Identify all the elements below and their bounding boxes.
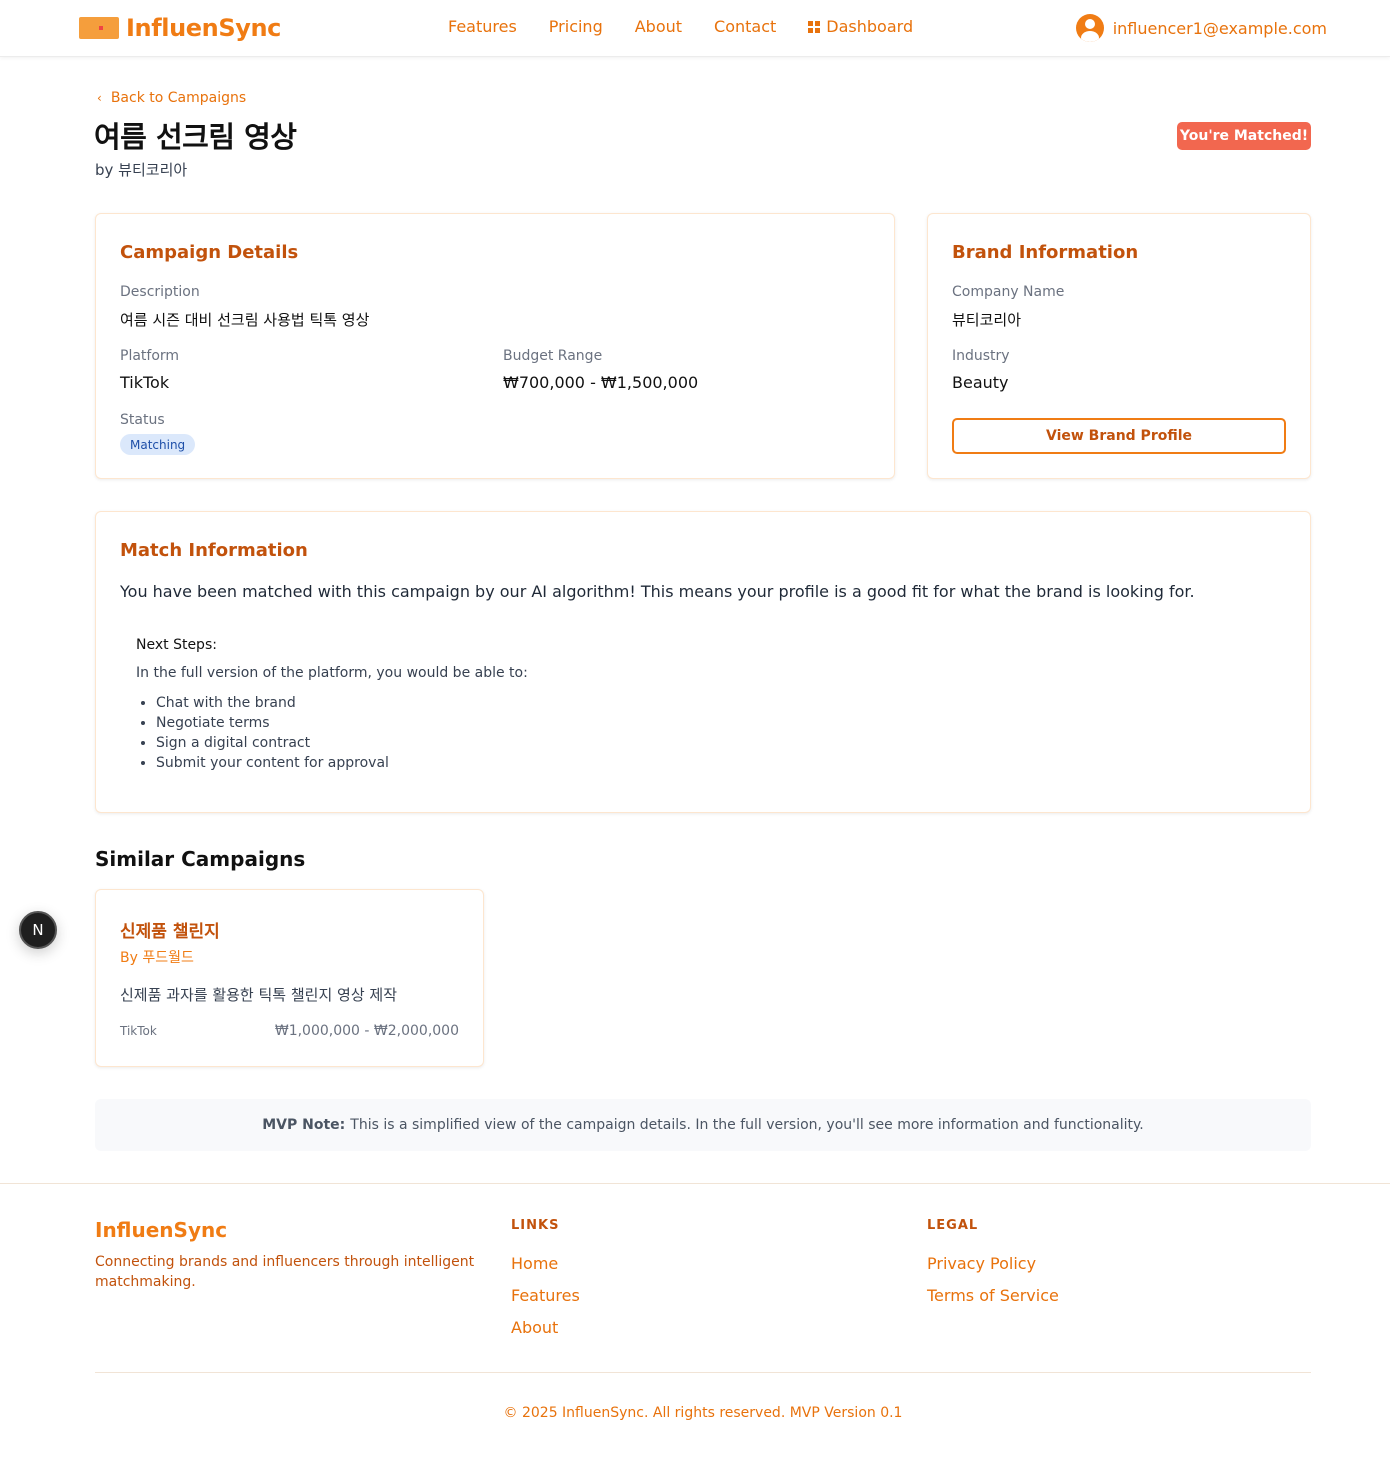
logo-image (79, 17, 119, 39)
list-item: Negotiate terms (156, 713, 389, 733)
campaign-brand-byline: by 뷰티코리아 (95, 161, 188, 179)
footer-legal-heading: LEGAL (927, 1218, 979, 1233)
mvp-note: MVP Note: This is a simplified view of t… (95, 1099, 1311, 1151)
view-brand-profile-button[interactable]: View Brand Profile (952, 418, 1286, 454)
brand-information-title: Brand Information (952, 242, 1139, 263)
similar-campaign-platform: TikTok (120, 1024, 157, 1038)
footer-link-about[interactable]: About (511, 1318, 558, 1337)
user-avatar-icon (1075, 14, 1104, 42)
status-label: Status (120, 412, 165, 428)
platform-value: TikTok (120, 373, 170, 392)
footer-divider (95, 1372, 1311, 1373)
user-menu[interactable]: influencer1@example.com (1075, 14, 1327, 42)
similar-campaign-title: 신제품 챌린지 (120, 922, 220, 942)
description-label: Description (120, 284, 200, 300)
user-email: influencer1@example.com (1112, 18, 1327, 38)
mvp-note-label: MVP Note: (262, 1117, 346, 1133)
main-nav: Features Pricing About Contact Dashboard (448, 17, 945, 36)
nav-pricing[interactable]: Pricing (549, 17, 603, 36)
budget-label: Budget Range (503, 348, 603, 364)
platform-label: Platform (120, 348, 180, 364)
footer-divider-top (0, 1183, 1390, 1184)
next-steps-title: Next Steps: (136, 637, 217, 653)
description-value: 여름 시즌 대비 선크림 사용법 틱톡 영상 (120, 311, 370, 329)
company-name-label: Company Name (952, 284, 1065, 300)
copyright: © 2025 InfluenSync. All rights reserved.… (503, 1405, 903, 1421)
footer-brand: InfluenSync (95, 1218, 228, 1242)
next-steps-list: Chat with the brand Negotiate terms Sign… (156, 693, 389, 773)
list-item: Chat with the brand (156, 693, 389, 713)
top-navbar: InfluenSync Features Pricing About Conta… (0, 0, 1390, 57)
match-description: You have been matched with this campaign… (120, 582, 1195, 601)
nav-contact[interactable]: Contact (714, 17, 776, 36)
nav-dashboard-label: Dashboard (826, 17, 914, 36)
nav-features[interactable]: Features (448, 17, 517, 36)
chevron-left-icon: ‹ (97, 91, 102, 105)
footer-tagline: Connecting brands and influencers throug… (95, 1254, 475, 1290)
next-steps-intro: In the full version of the platform, you… (136, 665, 528, 681)
similar-campaign-budget: ₩1,000,000 - ₩2,000,000 (274, 1023, 459, 1039)
nav-about[interactable]: About (635, 17, 682, 36)
next-dev-tools-button[interactable]: N (19, 911, 57, 949)
similar-campaigns-heading: Similar Campaigns (95, 847, 306, 871)
industry-value: Beauty (952, 373, 1009, 392)
matched-badge: You're Matched! (1177, 122, 1311, 150)
footer-link-features[interactable]: Features (511, 1286, 580, 1305)
footer-link-privacy[interactable]: Privacy Policy (927, 1254, 1036, 1273)
list-item: Submit your content for approval (156, 753, 389, 773)
back-to-campaigns-link[interactable]: ‹ Back to Campaigns (97, 90, 246, 106)
campaign-details-card: Campaign Details Description 여름 시즌 대비 선크… (95, 213, 895, 479)
footer-link-home[interactable]: Home (511, 1254, 558, 1273)
list-item: Sign a digital contract (156, 733, 389, 753)
industry-label: Industry (952, 348, 1010, 364)
status-badge: Matching (120, 434, 196, 455)
page-title: 여름 선크림 영상 (94, 120, 297, 154)
back-label: Back to Campaigns (110, 90, 247, 106)
similar-campaign-card[interactable]: 신제품 챌린지 By 푸드월드 신제품 과자를 활용한 틱톡 챌린지 영상 제작… (95, 889, 484, 1067)
logo-text: InfluenSync (126, 14, 281, 42)
logo[interactable]: InfluenSync (79, 13, 281, 43)
footer-links-heading: LINKS (511, 1218, 560, 1233)
match-information-card: Match Information You have been matched … (95, 511, 1311, 813)
company-name-value: 뷰티코리아 (952, 311, 1022, 329)
similar-campaign-brand: By 푸드월드 (120, 950, 194, 966)
mvp-note-text: This is a simplified view of the campaig… (350, 1117, 1144, 1133)
budget-value: ₩700,000 - ₩1,500,000 (503, 373, 699, 392)
campaign-details-title: Campaign Details (120, 242, 299, 263)
match-information-title: Match Information (120, 540, 308, 561)
similar-campaign-description: 신제품 과자를 활용한 틱톡 챌린지 영상 제작 (120, 986, 398, 1004)
brand-information-card: Brand Information Company Name 뷰티코리아 Ind… (927, 213, 1311, 479)
dashboard-grid-icon (808, 20, 821, 33)
nav-dashboard[interactable]: Dashboard (808, 17, 913, 36)
footer-link-terms[interactable]: Terms of Service (927, 1286, 1059, 1305)
